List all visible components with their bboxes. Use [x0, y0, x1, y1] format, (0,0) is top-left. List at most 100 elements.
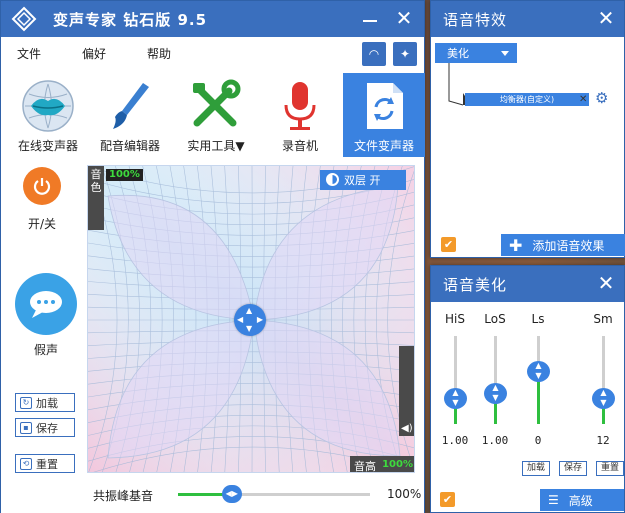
brush-icon: [113, 83, 149, 129]
effects-close-button[interactable]: ✕: [595, 7, 617, 29]
main-window-title: 变声专家 钻石版 9.5: [53, 10, 208, 29]
chevron-down-icon: [501, 51, 509, 56]
tool-online-voice-changer[interactable]: 在线变声器: [7, 73, 89, 157]
load-button[interactable]: ↻ 加载: [15, 393, 75, 412]
equalizer-effect-item[interactable]: 均衡器(自定义): [465, 93, 589, 106]
beautify-load-button[interactable]: 加载: [522, 461, 550, 476]
advanced-button[interactable]: ☰ 高级: [540, 489, 624, 511]
column-label: Ls: [531, 312, 545, 326]
sliders-icon: ☰: [548, 493, 559, 507]
tools-icon: [193, 79, 241, 127]
pitch-bar: 音高 100%: [350, 456, 414, 473]
main-titlebar[interactable]: 变声专家 钻石版 9.5 ✕: [1, 1, 424, 37]
formant-percent: 100%: [387, 487, 422, 501]
tool-label: 配音编辑器: [99, 139, 160, 153]
left-panel: 开/关 假声 ↻ 加载 ▪ 保存 ⟲ 重置: [1, 157, 87, 479]
save-icon: ▪: [20, 421, 32, 434]
tool-recorder[interactable]: 录音机: [259, 73, 341, 157]
tool-file-voice-changer[interactable]: 文件变声器: [343, 73, 425, 157]
column-label: LoS: [484, 312, 506, 326]
falsetto-label: 假声: [33, 343, 58, 357]
advanced-label: 高级: [568, 493, 593, 508]
reset-button-label: 重置: [36, 457, 58, 471]
tool-utilities-dropdown[interactable]: 实用工具▼: [175, 73, 257, 157]
power-button[interactable]: [23, 167, 61, 205]
speech-bubble-icon: [30, 291, 62, 318]
effects-titlebar[interactable]: 语音特效 ✕: [431, 1, 624, 37]
dropdown-value: 美化: [447, 47, 469, 60]
tool-dubbing-editor[interactable]: 配音编辑器: [89, 73, 171, 157]
column-label: HiS: [445, 312, 465, 326]
app-logo-icon: [11, 6, 37, 32]
save-button[interactable]: ▪ 保存: [15, 418, 75, 437]
pad-handle[interactable]: ▲ ▼ ◀ ▶: [234, 304, 266, 336]
beautify-column-his: HiS ▲ ▼ 1.00: [437, 288, 473, 448]
add-effect-label: 添加语音效果: [532, 238, 605, 253]
plus-icon: ✚: [509, 235, 523, 255]
falsetto-button[interactable]: [15, 273, 77, 335]
microphone-icon: [284, 82, 316, 130]
half-circle-icon: [326, 173, 339, 186]
beautify-reset-button[interactable]: 重置: [596, 461, 624, 476]
tool-label: 录音机: [281, 139, 318, 153]
main-window: 变声专家 钻石版 9.5 ✕ 文件 偏好 帮助 ◠ ✦ 在线变声器 配音编辑器 …: [0, 0, 425, 513]
file-refresh-icon: [367, 83, 403, 129]
close-button[interactable]: ✕: [393, 7, 415, 29]
volume-bar: ◀): [399, 346, 414, 436]
beautify-save-button[interactable]: 保存: [559, 461, 587, 476]
voice-pad[interactable]: 音色 100% 双层 开 ◀) 音高 100% ▲ ▼ ◀ ▶: [87, 165, 415, 473]
column-label: Sm: [593, 312, 613, 326]
formant-label: 共振峰基音: [93, 489, 154, 503]
column-value: 1.00: [441, 434, 469, 447]
pitch-percent: 100%: [382, 459, 413, 470]
magic-button[interactable]: ✦: [393, 42, 417, 66]
menu-preferences[interactable]: 偏好: [56, 45, 121, 62]
tool-label: 在线变声器: [17, 139, 78, 153]
dual-layer-label: 双层 开: [344, 174, 381, 187]
lips-icon: [22, 80, 74, 132]
dual-layer-toggle[interactable]: 双层 开: [320, 170, 406, 190]
effects-title: 语音特效: [443, 10, 508, 29]
menu-help[interactable]: 帮助: [121, 45, 186, 62]
effects-window: 语音特效 ✕ 美化 均衡器(自定义) ✕ ⚙ ✔ ✚ 添加语音效果: [430, 0, 625, 258]
timbre-label: 音色: [90, 168, 102, 194]
speaker-icon: ◀): [401, 423, 413, 434]
timbre-percent: 100%: [106, 169, 143, 181]
load-button-label: 加载: [36, 396, 58, 410]
menu-bar: 文件 偏好 帮助: [1, 37, 424, 69]
power-label: 开/关: [27, 217, 57, 231]
tool-label: 实用工具▼: [187, 139, 245, 153]
load-icon: ↻: [20, 396, 32, 409]
reset-button[interactable]: ⟲ 重置: [15, 454, 75, 473]
sparkle-icon: ✦: [399, 47, 411, 61]
vertical-slider-knob[interactable]: ▲ ▼: [527, 361, 550, 383]
reset-icon: ⟲: [20, 457, 32, 470]
minimize-button[interactable]: [359, 7, 381, 29]
beautify-column-sm: Sm ▲ ▼ 12: [585, 288, 621, 448]
beautify-column-ls: Ls ▲ ▼ 0: [520, 288, 556, 448]
column-value: 12: [596, 434, 610, 447]
remove-effect-icon[interactable]: ✕: [579, 95, 589, 105]
power-icon: [33, 178, 51, 195]
column-value: 0: [534, 434, 542, 447]
skin-button[interactable]: ◠: [362, 42, 386, 66]
formant-slider-knob[interactable]: ◀▶: [221, 485, 242, 503]
formant-row: 共振峰基音 100%: [1, 479, 424, 513]
vertical-slider-knob[interactable]: ▲ ▼: [592, 387, 615, 409]
gear-icon[interactable]: ⚙: [595, 91, 608, 106]
effects-enable-checkbox[interactable]: ✔: [441, 237, 456, 252]
pitch-label: 音高: [354, 460, 376, 473]
menu-file[interactable]: 文件: [1, 45, 56, 62]
effect-category-dropdown[interactable]: 美化: [435, 43, 517, 63]
mask-icon: ◠: [368, 47, 380, 61]
tool-label: 文件变声器: [353, 139, 414, 153]
toolbar: 在线变声器 配音编辑器 实用工具▼ 录音机 文件变声器: [1, 69, 425, 157]
vertical-slider-knob[interactable]: ▲ ▼: [484, 383, 507, 405]
beautify-column-los: LoS ▲ ▼ 1.00: [477, 288, 513, 448]
beautify-enable-checkbox[interactable]: ✔: [440, 492, 455, 507]
timbre-bar: 音色: [88, 166, 104, 230]
add-effect-button[interactable]: ✚ 添加语音效果: [501, 234, 625, 256]
save-button-label: 保存: [36, 421, 58, 435]
vertical-slider-knob[interactable]: ▲ ▼: [444, 387, 467, 409]
column-value: 1.00: [481, 434, 509, 447]
